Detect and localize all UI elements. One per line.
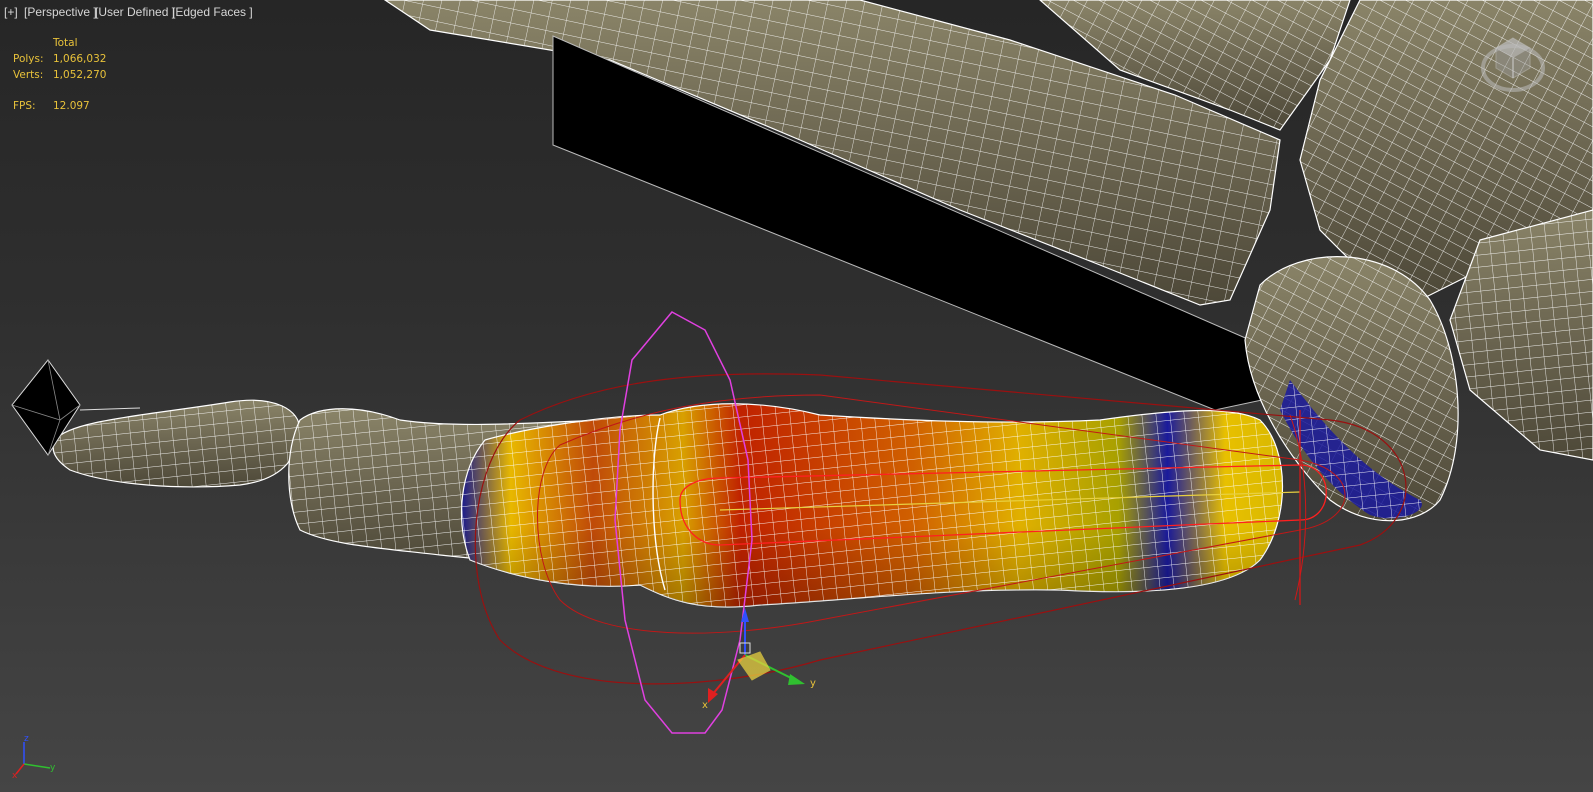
gizmo-x-label: x [702,700,708,711]
stats-polys-label: Polys: [13,53,44,65]
viewport-menu-plus[interactable]: [+] [4,5,18,19]
gizmo-y-label: y [810,678,816,689]
stats-verts-label: Verts: [13,69,44,81]
axis-z-label: z [24,734,29,744]
viewport-scene[interactable]: x y [0,0,1593,792]
stats-polys-value: 1,066,032 [53,53,107,65]
viewport-shading-label[interactable]: [Edged Faces ] [172,5,253,19]
viewport-view-label[interactable]: [Perspective ] [24,5,97,19]
stats-fps-value: 12.097 [53,100,90,112]
distal-phalanx-mesh[interactable] [52,399,301,488]
axis-y-label: y [50,763,56,773]
axis-tripod-icon: z y x [12,734,56,780]
stats-verts-value: 1,052,270 [53,69,107,81]
perspective-viewport[interactable]: x y [+] [Perspective ] [User Defined ] [… [0,0,1593,792]
stats-fps-label: FPS: [13,100,36,112]
axis-x-label: x [12,771,18,780]
viewport-camera-label[interactable]: [User Defined ] [95,5,175,19]
viewcube-icon[interactable] [1478,30,1548,100]
stats-total-header: Total [53,37,78,49]
